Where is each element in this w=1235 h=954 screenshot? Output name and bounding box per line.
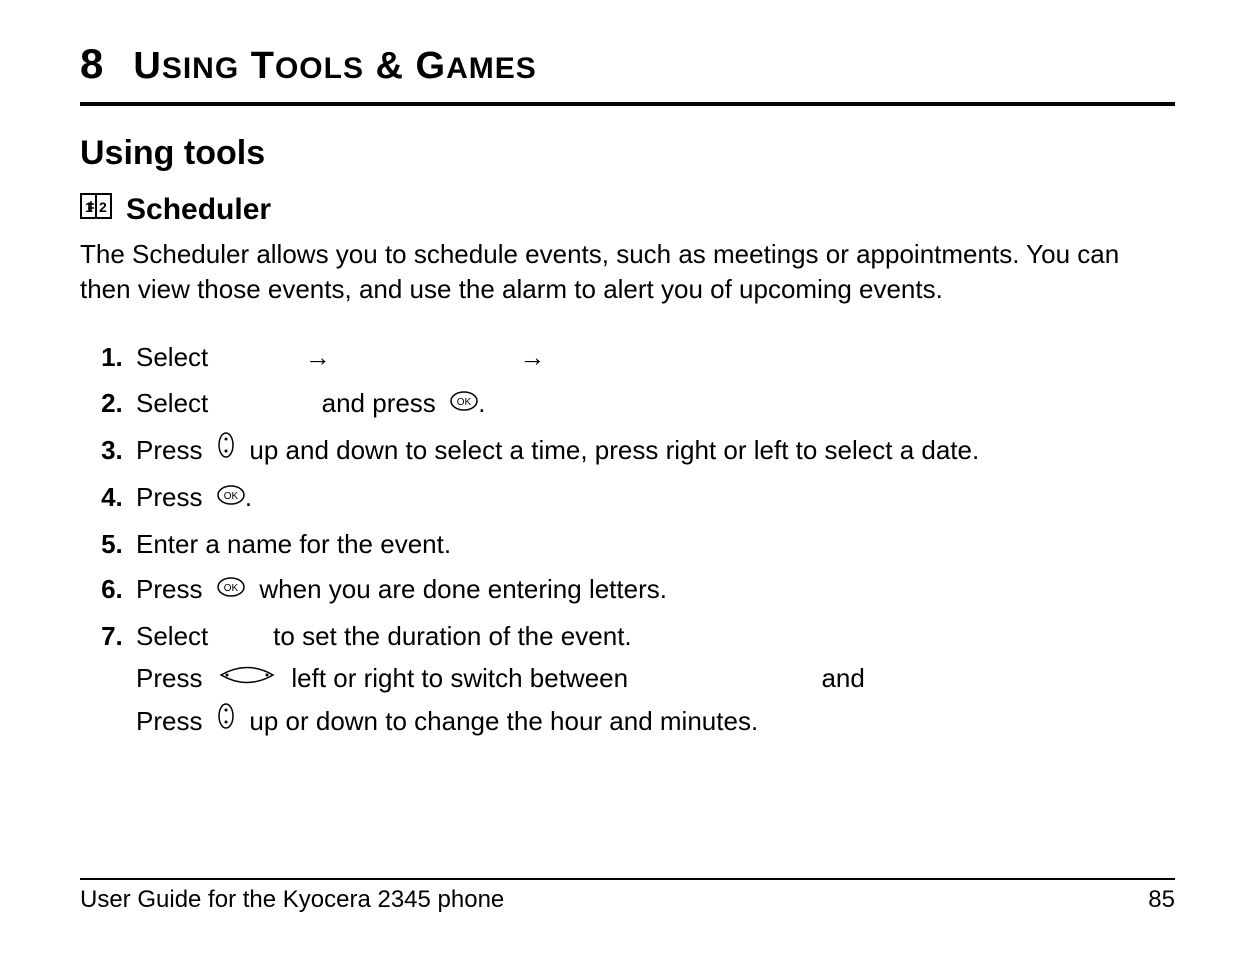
chapter-rule [80,102,1175,106]
chapter-title: USING TOOLS & GAMES [133,45,536,88]
chapter-title-frag: OOLS [275,52,364,85]
step-text: and press [322,388,436,418]
step-7: Select to set the duration of the event.… [130,616,1175,743]
step-7-sub1: Press left or right to switch between an… [136,658,1175,701]
step-2: Select and press OK . [130,383,1175,426]
step-text: Press [136,482,202,512]
ok-button-icon: OK [450,382,478,424]
step-text: Select [136,621,208,651]
document-page: 8 USING TOOLS & GAMES Using tools 1 2 Sc… [0,0,1235,954]
nav-updown-icon [217,700,235,742]
chapter-title-frag: & G [364,45,446,87]
chapter-title-frag: AMES [446,52,537,85]
chapter-title-frag: U [133,45,161,87]
nav-updown-icon [217,429,235,471]
chapter-title-frag: T [239,45,275,87]
step-3: Press up and down to select a time, pres… [130,430,1175,473]
page-footer: User Guide for the Kyocera 2345 phone 85 [80,878,1175,914]
section-heading: Using tools [80,134,1175,173]
steps-list: Select → → Select and press OK . Press [80,337,1175,743]
step-text: Enter a name for the event. [136,529,451,559]
svg-text:2: 2 [99,199,107,215]
footer-rule [80,878,1175,880]
arrow-icon: → [293,342,343,372]
step-5: Enter a name for the event. [130,524,1175,566]
chapter-title-frag: SING [162,52,239,85]
step-text: Press [136,663,202,693]
subsection-heading: 1 2 Scheduler [80,193,1175,227]
nav-leftright-icon [217,657,277,699]
step-text: . [478,388,485,418]
ok-button-icon: OK [217,476,245,518]
svg-text:OK: OK [224,491,239,502]
step-text: to set the duration of the event. [273,621,631,651]
step-text: Press [136,435,202,465]
step-6: Press OK when you are done entering lett… [130,569,1175,612]
calendar-icon: 1 2 [80,193,112,224]
step-text: Press [136,706,202,736]
svg-text:1: 1 [85,199,93,215]
scheduler-description: The Scheduler allows you to schedule eve… [80,237,1175,307]
step-1: Select → → [130,337,1175,379]
step-text: Select [136,342,208,372]
svg-text:OK: OK [457,397,472,408]
ok-button-icon: OK [217,568,245,610]
step-text: up or down to change the hour and minute… [249,706,758,736]
step-text: Select [136,388,208,418]
arrow-icon: → [507,342,557,372]
subsection-title: Scheduler [126,193,271,227]
step-text: . [245,482,252,512]
chapter-heading: 8 USING TOOLS & GAMES [80,40,1175,88]
chapter-number: 8 [80,40,103,88]
step-text: when you are done entering letters. [259,574,667,604]
svg-text:OK: OK [224,583,239,594]
page-number: 85 [1148,886,1175,914]
step-7-sub2: Press up or down to change the hour and … [136,701,1175,744]
step-text: up and down to select a time, press righ… [249,435,979,465]
footer-left: User Guide for the Kyocera 2345 phone [80,886,504,914]
step-text: Press [136,574,202,604]
step-4: Press OK . [130,477,1175,520]
step-text: and [821,663,864,693]
step-text: left or right to switch between [291,663,628,693]
